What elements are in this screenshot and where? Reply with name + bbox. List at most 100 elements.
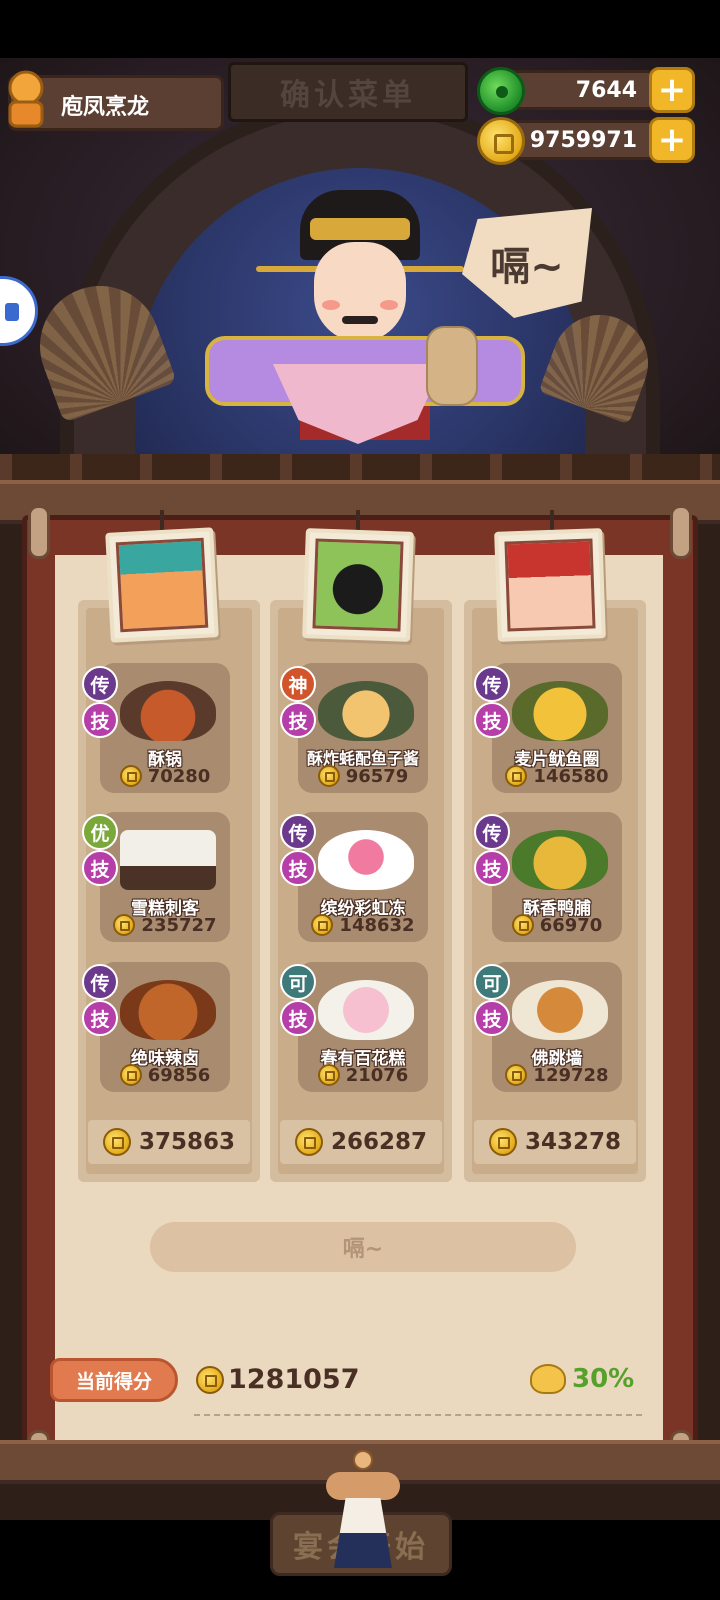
column-total: 266287 [280,1120,442,1164]
dish-food-icon [120,830,216,890]
dish-card[interactable]: 佛跳墙 129728 [492,962,622,1092]
scroll-knot [320,1450,406,1570]
grade-badge: 传 [474,666,510,702]
dish-card[interactable]: 酥炸蚝配鱼子酱 96579 [298,663,428,793]
current-score-value: 1281057 [228,1364,360,1395]
skill-badge: 技 [280,1000,316,1036]
coin-icon [505,1064,528,1086]
chef-avatar [115,537,209,633]
dish-card[interactable]: 酥锅 70280 [100,663,230,793]
coin-icon [488,1128,517,1156]
dish-card[interactable]: 雪糕刺客 235727 [100,812,230,942]
chef-portrait-1[interactable] [105,527,219,643]
dish-price: 69856 [100,1062,230,1088]
emperor-hat-band [310,218,410,240]
column-total-value: 375863 [138,1129,236,1155]
coin-icon [317,765,340,787]
grade-badge: 传 [82,964,118,1000]
chef-avatar [312,538,404,632]
dish-price: 146580 [492,763,622,789]
emperor-mustache [342,316,378,324]
dish-card[interactable]: 酥香鸭脯 66970 [492,812,622,942]
column-total: 343278 [474,1120,636,1164]
burp-button[interactable]: 嗝~ [150,1222,576,1272]
coin-icon [119,1064,142,1086]
skill-badge: 技 [280,850,316,886]
coin-icon [505,765,528,787]
grade-badge: 传 [280,814,316,850]
skill-badge: 技 [280,702,316,738]
dish-price: 235727 [100,912,230,938]
dish-price: 21076 [298,1062,428,1088]
grade-badge: 可 [280,964,316,1000]
dish-price: 129728 [492,1062,622,1088]
current-score: 1281057 [196,1364,360,1395]
dish-food-icon [120,980,216,1040]
grade-badge: 优 [82,814,118,850]
dish-food-icon [318,980,414,1040]
dish-price-value: 69856 [147,1064,211,1086]
chef-portrait-2[interactable] [302,528,414,642]
grade-badge: 传 [474,814,510,850]
dish-food-icon [512,681,608,741]
coin-value: 9759971 [529,128,637,153]
dish-price: 70280 [100,763,230,789]
scroll-end-right-top [670,505,692,559]
dish-price: 148632 [298,912,428,938]
dish-card[interactable]: 缤纷彩虹冻 148632 [298,812,428,942]
coin-icon [477,117,525,165]
grade-badge: 传 [82,666,118,702]
add-jade-button[interactable]: + [649,67,695,113]
dish-price-value: 129728 [533,1064,609,1086]
knot-bead [353,1450,373,1470]
coin-icon [317,1064,340,1086]
dish-price-value: 148632 [339,914,415,936]
skill-badge: 技 [82,702,118,738]
dish-price: 66970 [492,912,622,938]
coin-icon [311,914,334,936]
bonus-icon [530,1364,566,1394]
dish-price-value: 21076 [345,1064,409,1086]
player-name: 庖凤烹龙 [61,95,150,120]
dish-card[interactable]: 春有百花糕 21076 [298,962,428,1092]
current-score-label: 当前得分 [50,1358,178,1402]
coin-icon [102,1128,131,1156]
title-plaque: 确认菜单 [228,62,468,122]
knot-tassel [334,1498,392,1568]
scroll-end-left-top [28,505,50,559]
add-coins-button[interactable]: + [649,117,695,163]
coin-icon [511,914,534,936]
skill-badge: 技 [82,1000,118,1036]
knot-bow [326,1472,400,1500]
player-avatar-icon[interactable] [2,68,48,130]
coin-icon [113,914,136,936]
jade-value: 7644 [575,78,637,103]
dumpling-stack [426,326,478,406]
skill-badge: 技 [474,702,510,738]
dish-card[interactable]: 绝味辣卤 69856 [100,962,230,1092]
chef-portrait-3[interactable] [494,528,606,642]
chef-avatar [504,538,596,632]
jade-icon [477,67,525,115]
dish-card[interactable]: 麦片鱿鱼圈 146580 [492,663,622,793]
dish-food-icon [512,980,608,1040]
score-bonus: 30% [530,1364,634,1394]
dish-food-icon [120,681,216,741]
coin-icon [119,765,142,787]
dish-price-value: 66970 [539,914,603,936]
cheek-right [380,300,398,310]
status-bar [0,0,720,58]
dish-price-value: 96579 [345,765,409,787]
dish-food-icon [318,830,414,890]
emperor-face [314,242,406,342]
column-total-value: 343278 [524,1129,622,1155]
coin-icon [196,1365,224,1394]
grade-badge: 神 [280,666,316,702]
skill-badge: 技 [82,850,118,886]
skill-badge: 技 [474,1000,510,1036]
dish-price-value: 235727 [141,914,217,936]
jade-counter: 7644 + [477,67,695,115]
column-total: 375863 [88,1120,250,1164]
dish-price: 96579 [298,763,428,789]
divider [194,1414,642,1416]
